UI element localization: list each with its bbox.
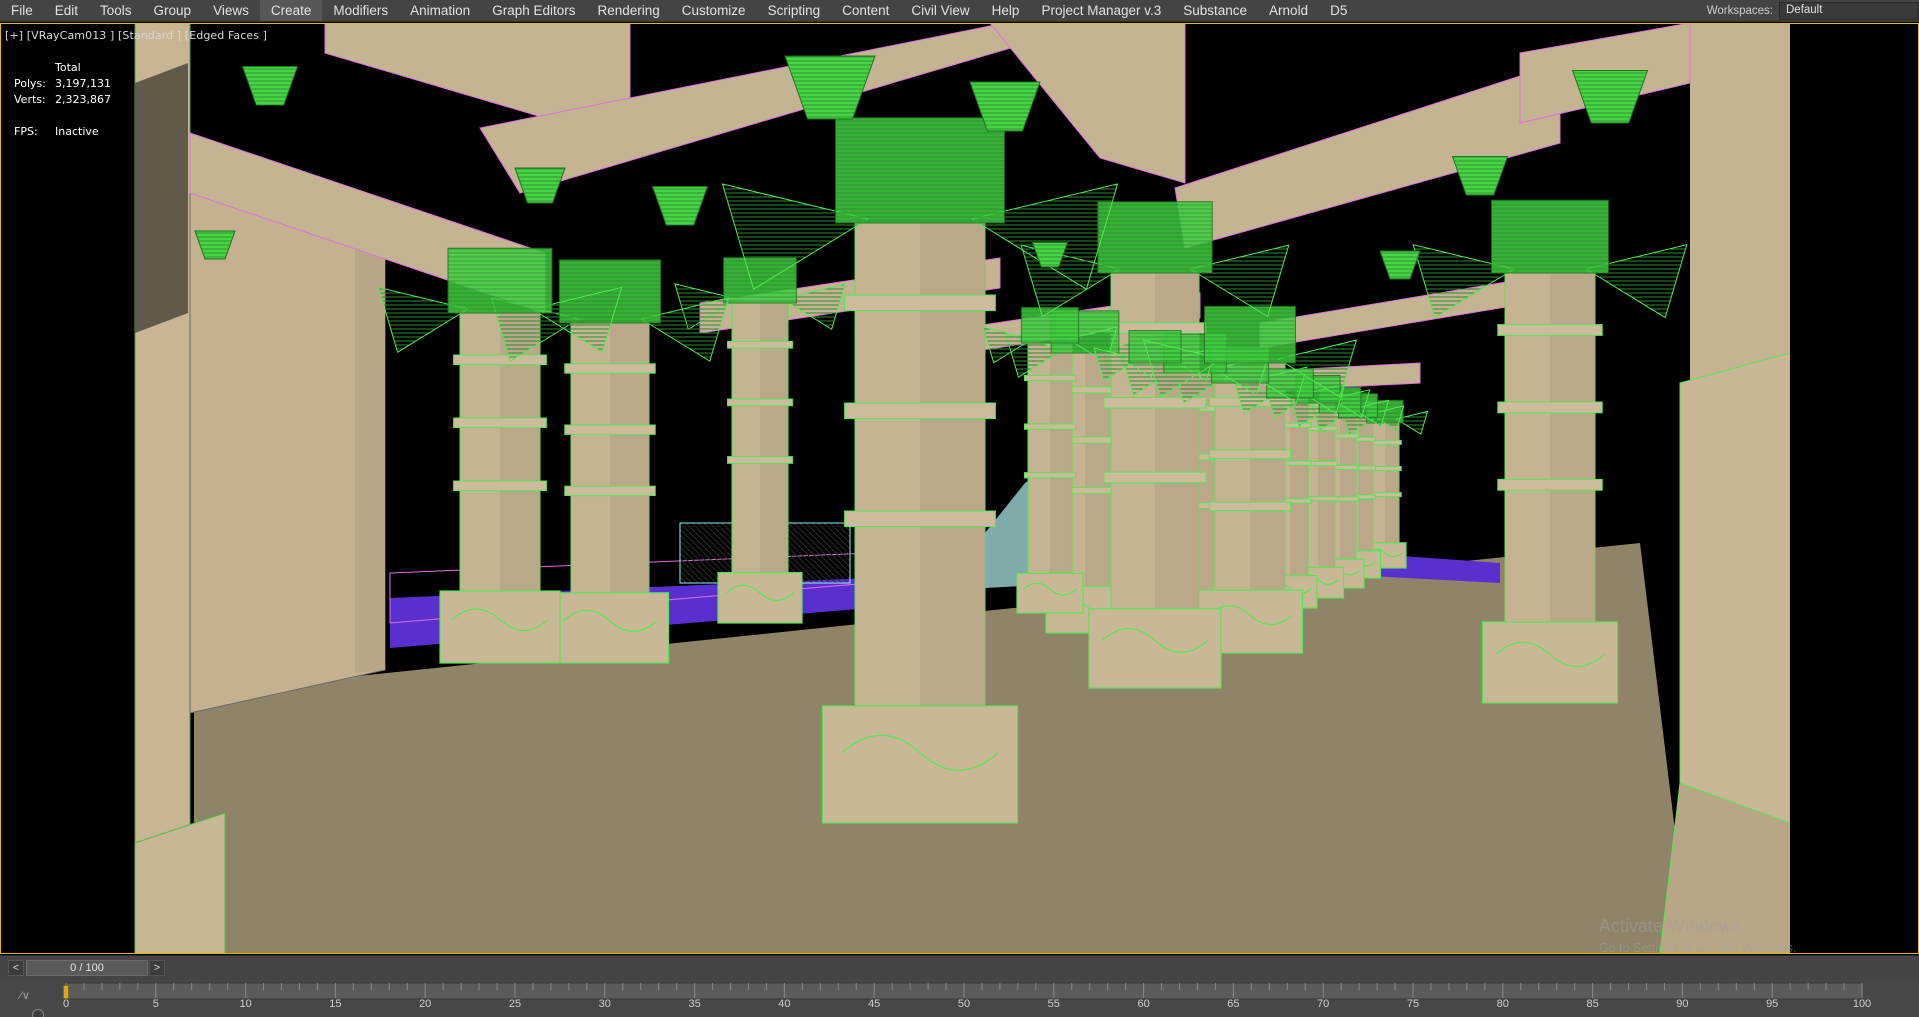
polys-value: 3,197,131 [55, 77, 111, 90]
fps-row: FPS: Inactive [14, 124, 111, 140]
workspace-dropdown[interactable]: Default [1779, 2, 1919, 20]
tick-label: 95 [1766, 998, 1779, 1010]
tick-label: 90 [1676, 998, 1689, 1010]
menu-help[interactable]: Help [981, 0, 1031, 21]
tick-label: 25 [508, 998, 522, 1010]
fps-value: Inactive [55, 125, 99, 138]
tick-label: 85 [1586, 998, 1599, 1010]
scene-render[interactable] [0, 23, 1919, 954]
tick-label: 60 [1137, 998, 1150, 1010]
polys-row: Polys: 3,197,131 [14, 76, 111, 92]
viewport[interactable]: [+] [VRayCam013 ] [Standard ] [Edged Fac… [0, 23, 1919, 954]
tick-label: 55 [1047, 998, 1060, 1010]
menu-animation[interactable]: Animation [399, 0, 481, 21]
tick-label: 5 [152, 998, 159, 1010]
tick-label: 40 [778, 998, 791, 1010]
menu-rendering[interactable]: Rendering [587, 0, 671, 21]
prev-frame-button[interactable]: < [8, 960, 24, 976]
activation-watermark-subtitle: Go to Settings to activate Windows. [1599, 941, 1797, 954]
tick-label: 10 [239, 998, 252, 1010]
viewport-label[interactable]: [+] [VRayCam013 ] [Standard ] [Edged Fac… [5, 29, 267, 42]
tick-label: 50 [957, 998, 971, 1010]
tick-label: 45 [868, 998, 881, 1010]
menu-edit[interactable]: Edit [44, 0, 89, 21]
menu-views[interactable]: Views [202, 0, 260, 21]
chevron-right-icon: > [153, 962, 161, 974]
menu-create[interactable]: Create [259, 0, 323, 21]
menu-arnold[interactable]: Arnold [1258, 0, 1319, 21]
tick-label: 35 [688, 998, 701, 1010]
menu-project-manager[interactable]: Project Manager v.3 [1030, 0, 1172, 21]
menu-bar: File Edit Tools Group Views Create Modifiers An… [0, 0, 1919, 22]
tick-label: 20 [419, 998, 432, 1010]
next-frame-button[interactable]: > [149, 960, 165, 976]
menu-scripting[interactable]: Scripting [757, 0, 832, 21]
tick-label: 0 [62, 998, 70, 1010]
menu-civil-view[interactable]: Civil View [900, 0, 980, 21]
time-slider-thumb[interactable]: 0 / 100 [26, 960, 148, 976]
verts-value: 2,323,867 [55, 93, 111, 106]
verts-row: Verts: 2,323,867 [14, 92, 111, 108]
viewport-statistics: Total Polys: 3,197,131 Verts: 2,323,867 … [14, 60, 111, 140]
menu-substance[interactable]: Substance [1172, 0, 1258, 21]
current-frame-marker[interactable] [63, 985, 69, 999]
tick-label: 15 [329, 998, 342, 1010]
tick-label: 75 [1406, 998, 1420, 1010]
menu-modifiers[interactable]: Modifiers [322, 0, 399, 21]
key-mode-icon[interactable] [32, 1009, 44, 1017]
tick-label: 70 [1317, 998, 1330, 1010]
workspace-label: Workspaces: [1706, 5, 1773, 17]
menu-group[interactable]: Group [143, 0, 203, 21]
menu-file[interactable]: File [0, 0, 44, 21]
menu-items: File Edit Tools Group Views Create Modifiers An… [0, 0, 1358, 21]
polys-label: Polys: [14, 77, 46, 90]
menu-tools[interactable]: Tools [89, 0, 143, 21]
stats-header: Total [55, 61, 81, 74]
stats-gap [14, 108, 111, 124]
menu-graph-editors[interactable]: Graph Editors [481, 0, 586, 21]
activation-watermark: Activate Windows [1599, 916, 1742, 936]
menu-d5[interactable]: D5 [1319, 0, 1358, 21]
menu-content[interactable]: Content [831, 0, 900, 21]
track-bar[interactable]: ⁄∨ 0 5 10 15 20 25 30 35 40 45 50 55 60 65 70 75 80 85 90 9… [0, 979, 1919, 1017]
tick-label: 100 [1852, 998, 1872, 1010]
workspace-selector: Workspaces: Default [1707, 0, 1919, 22]
tick-label: 30 [598, 998, 611, 1010]
time-slider[interactable]: < 0 / 100 > [0, 955, 1919, 979]
chevron-left-icon: < [12, 962, 20, 974]
fps-label: FPS: [14, 125, 38, 138]
tick-label: 65 [1227, 998, 1240, 1010]
menu-customize[interactable]: Customize [671, 0, 757, 21]
tick-label: 80 [1496, 998, 1509, 1010]
verts-label: Verts: [14, 93, 46, 106]
